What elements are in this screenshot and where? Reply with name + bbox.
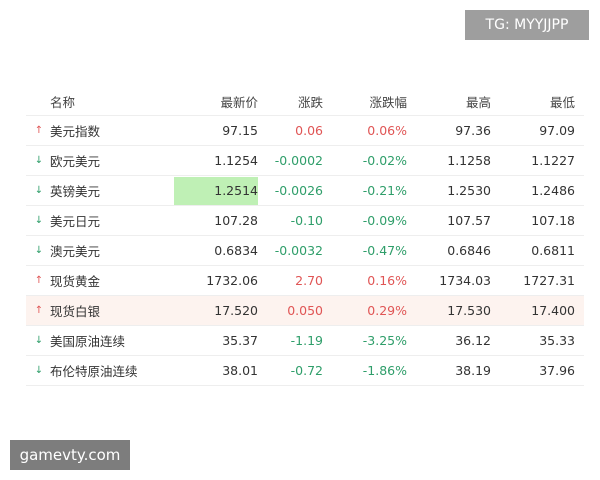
- arrow-up-icon: ↑: [34, 305, 44, 316]
- instrument-name[interactable]: 美元日元: [50, 211, 100, 230]
- low-price: 97.09: [539, 123, 575, 138]
- arrow-down-icon: ↓: [34, 215, 44, 226]
- arrow-up-icon: ↑: [34, 125, 44, 136]
- change-pct: -0.02%: [362, 153, 407, 168]
- high-price: 1734.03: [439, 273, 491, 288]
- last-price: 1732.06: [206, 273, 258, 288]
- instrument-name[interactable]: 英镑美元: [50, 181, 100, 200]
- high-price: 107.57: [447, 213, 491, 228]
- table-row[interactable]: ↓ 布伦特原油连续 38.01 -0.72 -1.86% 38.19 37.96: [26, 356, 584, 386]
- watermark-top: TG: MYYJJPP: [465, 10, 589, 40]
- instrument-name[interactable]: 现货黄金: [50, 271, 100, 290]
- last-price: 1.1254: [214, 153, 258, 168]
- table-header: 名称 最新价 涨跌 涨跌幅 最高 最低: [26, 88, 584, 116]
- last-price: 1.2514: [214, 183, 258, 198]
- change-pct: -3.25%: [362, 333, 407, 348]
- change-pct: -0.09%: [362, 213, 407, 228]
- table-row[interactable]: ↑ 美元指数 97.15 0.06 0.06% 97.36 97.09: [26, 116, 584, 146]
- last-price: 0.6834: [214, 243, 258, 258]
- arrow-down-icon: ↓: [34, 335, 44, 346]
- change: -0.0026: [274, 183, 323, 198]
- high-price: 38.19: [455, 363, 491, 378]
- low-price: 17.400: [531, 303, 575, 318]
- high-price: 36.12: [455, 333, 491, 348]
- instrument-name[interactable]: 美元指数: [50, 121, 100, 140]
- last-price: 97.15: [222, 123, 258, 138]
- quote-table: 名称 最新价 涨跌 涨跌幅 最高 最低 ↑ 美元指数 97.15 0.06 0.0…: [26, 88, 584, 386]
- change: 0.050: [287, 303, 323, 318]
- change-pct: -1.86%: [362, 363, 407, 378]
- last-price: 38.01: [222, 363, 258, 378]
- high-price: 1.1258: [447, 153, 491, 168]
- change-pct: 0.16%: [367, 273, 407, 288]
- high-price: 97.36: [455, 123, 491, 138]
- table-row[interactable]: ↑ 现货白银 17.520 0.050 0.29% 17.530 17.400: [26, 296, 584, 326]
- change-pct: 0.06%: [367, 123, 407, 138]
- arrow-down-icon: ↓: [34, 155, 44, 166]
- instrument-name[interactable]: 欧元美元: [50, 151, 100, 170]
- change-pct: -0.21%: [362, 183, 407, 198]
- arrow-down-icon: ↓: [34, 365, 44, 376]
- change: -1.19: [290, 333, 323, 348]
- table-row[interactable]: ↓ 英镑美元 1.2514 -0.0026 -0.21% 1.2530 1.248…: [26, 176, 584, 206]
- low-price: 35.33: [539, 333, 575, 348]
- header-low: 最低: [549, 95, 575, 110]
- table-row[interactable]: ↓ 美元日元 107.28 -0.10 -0.09% 107.57 107.18: [26, 206, 584, 236]
- header-high: 最高: [465, 95, 491, 110]
- low-price: 1.2486: [531, 183, 575, 198]
- change: 2.70: [295, 273, 323, 288]
- arrow-up-icon: ↑: [34, 275, 44, 286]
- table-row[interactable]: ↓ 欧元美元 1.1254 -0.0002 -0.02% 1.1258 1.122…: [26, 146, 584, 176]
- header-change-pct: 涨跌幅: [369, 95, 407, 110]
- high-price: 1.2530: [447, 183, 491, 198]
- last-price: 35.37: [222, 333, 258, 348]
- low-price: 107.18: [531, 213, 575, 228]
- table-row[interactable]: ↓ 澳元美元 0.6834 -0.0032 -0.47% 0.6846 0.681…: [26, 236, 584, 266]
- instrument-name[interactable]: 美国原油连续: [50, 331, 125, 350]
- arrow-down-icon: ↓: [34, 245, 44, 256]
- low-price: 1727.31: [523, 273, 575, 288]
- table-row[interactable]: ↑ 现货黄金 1732.06 2.70 0.16% 1734.03 1727.31: [26, 266, 584, 296]
- high-price: 17.530: [447, 303, 491, 318]
- last-price: 17.520: [214, 303, 258, 318]
- watermark-bottom: gamevty.com: [10, 440, 130, 470]
- last-price: 107.28: [214, 213, 258, 228]
- change-pct: 0.29%: [367, 303, 407, 318]
- high-price: 0.6846: [447, 243, 491, 258]
- change-pct: -0.47%: [362, 243, 407, 258]
- change: 0.06: [295, 123, 323, 138]
- header-change: 涨跌: [297, 95, 323, 110]
- change: -0.10: [290, 213, 323, 228]
- arrow-down-icon: ↓: [34, 185, 44, 196]
- instrument-name[interactable]: 澳元美元: [50, 241, 100, 260]
- change: -0.72: [290, 363, 323, 378]
- instrument-name[interactable]: 布伦特原油连续: [50, 361, 138, 380]
- change: -0.0002: [274, 153, 323, 168]
- header-last: 最新价: [220, 95, 258, 110]
- low-price: 1.1227: [531, 153, 575, 168]
- low-price: 0.6811: [531, 243, 575, 258]
- table-row[interactable]: ↓ 美国原油连续 35.37 -1.19 -3.25% 36.12 35.33: [26, 326, 584, 356]
- change: -0.0032: [274, 243, 323, 258]
- low-price: 37.96: [539, 363, 575, 378]
- instrument-name[interactable]: 现货白银: [50, 301, 100, 320]
